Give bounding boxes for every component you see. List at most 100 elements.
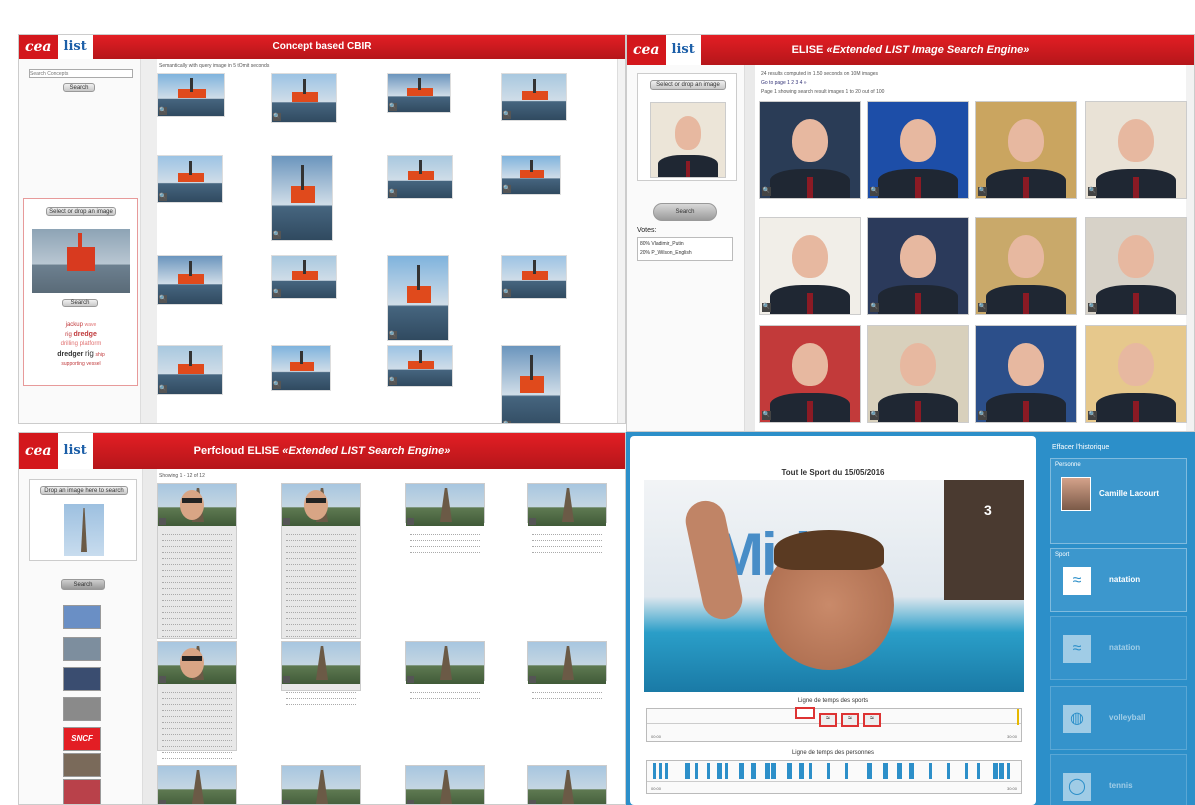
person-segment[interactable] <box>947 763 950 779</box>
result-thumbnail[interactable] <box>528 766 606 804</box>
zoom-icon[interactable]: 🔍 <box>273 231 281 239</box>
result-thumbnail[interactable] <box>158 642 236 684</box>
face-result-thumbnail[interactable]: 🔍 <box>1085 101 1187 199</box>
zoom-icon[interactable] <box>529 676 536 683</box>
zoom-icon[interactable]: 🔍 <box>1088 187 1097 196</box>
rig-thumbnail[interactable]: 🔍 <box>387 73 451 113</box>
sport-name[interactable]: natation <box>1109 643 1140 652</box>
rig-thumbnail[interactable]: 🔍 <box>271 73 337 123</box>
result-thumbnail[interactable] <box>406 766 484 804</box>
perfcloud-drop-zone[interactable]: Drop an image here to search <box>29 479 137 561</box>
swimming-icon[interactable]: ≈ <box>841 713 859 727</box>
video-result-card[interactable] <box>527 641 607 699</box>
person-segment[interactable] <box>717 763 722 779</box>
sport-marker[interactable] <box>795 707 815 719</box>
face-result-thumbnail[interactable]: 🔍 <box>1085 325 1187 423</box>
person-segment[interactable] <box>845 763 848 779</box>
zoom-icon[interactable]: 🔍 <box>978 411 987 420</box>
rig-thumbnail[interactable]: 🔍 <box>157 73 225 117</box>
drop-image-button[interactable]: Drop an image here to search <box>40 486 128 495</box>
rig-thumbnail[interactable]: 🔍 <box>501 73 567 121</box>
zoom-icon[interactable]: 🔍 <box>503 289 511 297</box>
zoom-icon[interactable]: 🔍 <box>389 189 397 197</box>
person-name[interactable]: Camille Lacourt <box>1099 489 1159 498</box>
zoom-icon[interactable]: 🔍 <box>762 187 771 196</box>
face-result-thumbnail[interactable]: 🔍 <box>1085 217 1187 315</box>
elise-scrollbar[interactable] <box>1186 65 1194 431</box>
video-result-card[interactable] <box>281 641 361 705</box>
rig-thumbnail[interactable]: 🔍 <box>501 345 561 423</box>
result-thumbnail[interactable] <box>406 642 484 684</box>
video-player[interactable]: Mid 3 <box>644 480 1024 692</box>
person-segment[interactable] <box>659 763 662 779</box>
person-segment[interactable] <box>765 763 770 779</box>
perfcloud-search-button[interactable]: Search <box>61 579 105 590</box>
zoom-icon[interactable]: 🔍 <box>762 411 771 420</box>
person-segment[interactable] <box>787 763 792 779</box>
select-image-button[interactable]: Select or drop an image <box>650 80 726 90</box>
zoom-icon[interactable] <box>407 800 414 804</box>
person-segment[interactable] <box>1007 763 1010 779</box>
concept-search-button[interactable]: Search <box>63 83 95 92</box>
person-segment[interactable] <box>725 763 728 779</box>
video-result-card[interactable] <box>527 765 607 804</box>
history-thumbnail[interactable] <box>63 753 101 777</box>
zoom-icon[interactable]: 🔍 <box>159 193 167 201</box>
rig-thumbnail[interactable]: 🔍 <box>271 155 333 241</box>
rig-thumbnail[interactable]: 🔍 <box>271 255 337 299</box>
zoom-icon[interactable]: 🔍 <box>273 289 281 297</box>
image-drop-zone[interactable]: Select or drop an image Search jackup wa… <box>23 198 138 386</box>
zoom-icon[interactable]: 🔍 <box>870 303 879 312</box>
rig-thumbnail[interactable]: 🔍 <box>387 345 453 387</box>
person-segment[interactable] <box>653 763 656 779</box>
result-thumbnail[interactable] <box>282 484 360 526</box>
image-search-button[interactable]: Search <box>62 299 98 307</box>
zoom-icon[interactable]: 🔍 <box>503 111 511 119</box>
face-result-thumbnail[interactable]: 🔍 <box>759 217 861 315</box>
zoom-icon[interactable]: 🔍 <box>503 185 511 193</box>
person-segment[interactable] <box>867 763 872 779</box>
video-result-card[interactable] <box>157 641 237 759</box>
persons-timeline[interactable]: 00:00 30:00 <box>646 760 1022 794</box>
clear-history-link[interactable]: Effacer l'historique <box>1052 444 1109 451</box>
zoom-icon[interactable] <box>159 518 166 525</box>
face-result-thumbnail[interactable]: 🔍 <box>975 217 1077 315</box>
person-segment[interactable] <box>883 763 888 779</box>
zoom-icon[interactable]: 🔍 <box>159 385 167 393</box>
zoom-icon[interactable]: 🔍 <box>870 411 879 420</box>
person-segment[interactable] <box>999 763 1004 779</box>
result-thumbnail[interactable] <box>158 766 236 804</box>
face-result-thumbnail[interactable]: 🔍 <box>759 101 861 199</box>
face-result-thumbnail[interactable]: 🔍 <box>867 101 969 199</box>
face-search-button[interactable]: Search <box>653 203 717 221</box>
rig-thumbnail[interactable]: 🔍 <box>271 345 331 391</box>
result-thumbnail[interactable] <box>528 484 606 526</box>
rig-thumbnail[interactable]: 🔍 <box>501 255 567 299</box>
zoom-icon[interactable]: 🔍 <box>978 303 987 312</box>
zoom-icon[interactable]: 🔍 <box>978 187 987 196</box>
zoom-icon[interactable] <box>283 800 290 804</box>
history-thumbnail[interactable] <box>63 605 101 629</box>
video-result-card[interactable] <box>405 765 485 804</box>
timeline-cursor[interactable] <box>1017 709 1019 725</box>
result-thumbnail[interactable] <box>282 642 360 684</box>
person-segment[interactable] <box>799 763 804 779</box>
person-segment[interactable] <box>707 763 710 779</box>
select-image-button[interactable]: Select or drop an image <box>46 207 116 216</box>
sport-name[interactable]: volleyball <box>1109 713 1145 722</box>
rig-thumbnail[interactable]: 🔍 <box>157 155 223 203</box>
zoom-icon[interactable]: 🔍 <box>389 103 397 111</box>
video-result-card[interactable] <box>281 483 361 639</box>
sncf-logo-thumbnail[interactable]: SNCF <box>63 727 101 751</box>
rig-thumbnail[interactable]: 🔍 <box>157 345 223 395</box>
face-result-thumbnail[interactable]: 🔍 <box>975 325 1077 423</box>
zoom-icon[interactable] <box>283 518 290 525</box>
zoom-icon[interactable] <box>283 676 290 683</box>
zoom-icon[interactable]: 🔍 <box>389 331 397 339</box>
sport-name[interactable]: natation <box>1109 575 1140 584</box>
person-segment[interactable] <box>897 763 902 779</box>
video-result-card[interactable] <box>527 483 607 553</box>
elise-drop-zone[interactable]: Select or drop an image <box>637 73 737 181</box>
person-segment[interactable] <box>993 763 998 779</box>
history-thumbnail[interactable] <box>63 667 101 691</box>
